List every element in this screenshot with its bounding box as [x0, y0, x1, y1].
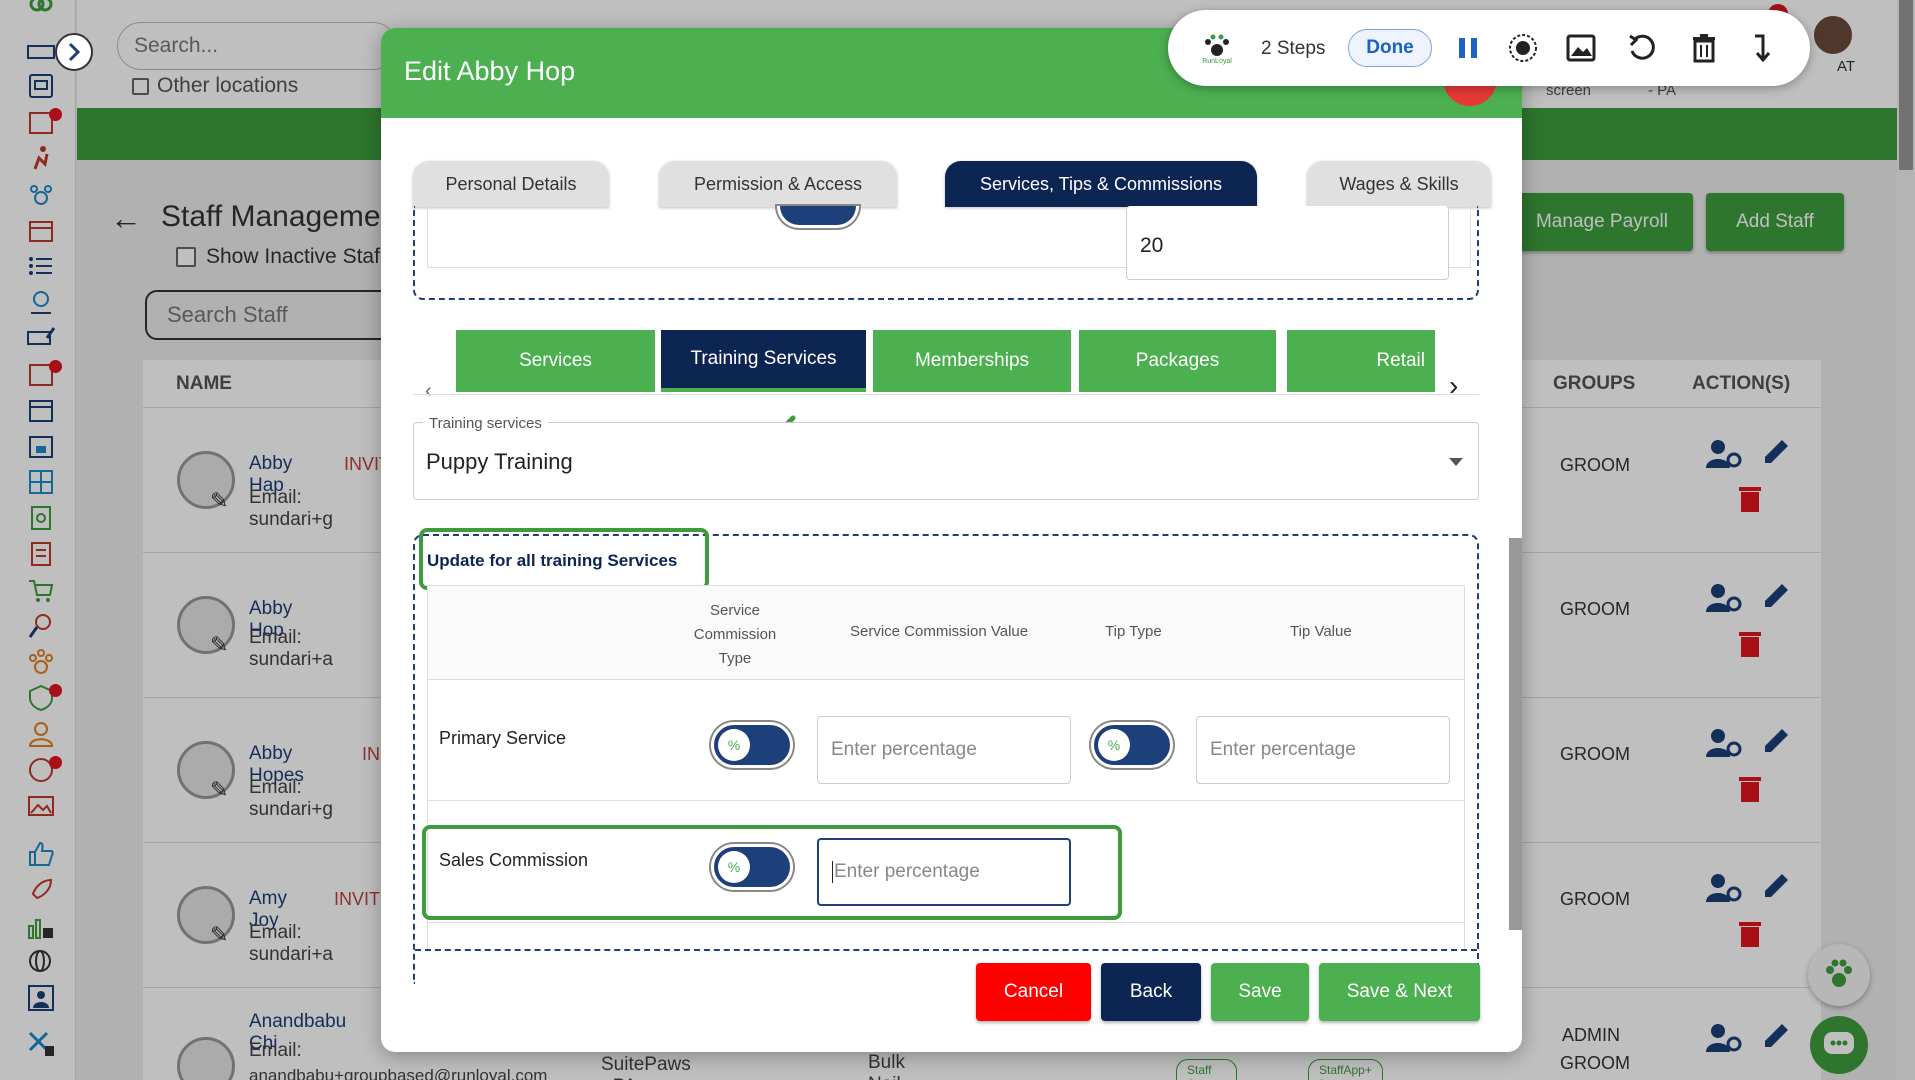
training-services-select[interactable]: Puppy Training: [413, 422, 1479, 500]
section-bottom-border: [415, 949, 1477, 951]
tab-services-tips-commissions[interactable]: Services, Tips & Commissions: [945, 161, 1257, 207]
divider: [413, 394, 1479, 395]
percent-icon: %: [718, 851, 750, 883]
sales-commission-toggle[interactable]: %: [711, 844, 793, 890]
chevron-right-icon: [68, 42, 81, 62]
update-all-label[interactable]: Update for all training Services: [427, 551, 677, 571]
col-tip-value: Tip Value: [1290, 623, 1352, 640]
col-label-line: Commission: [693, 626, 777, 643]
recorder-toolbar: RunLoyal 2 Steps Done: [1168, 10, 1810, 86]
save-next-button[interactable]: Save & Next: [1319, 963, 1480, 1021]
commission-value: 20: [1140, 234, 1164, 257]
col-service-commission-value: Service Commission Value: [850, 623, 1029, 640]
col-label-line: Service: [709, 602, 761, 619]
modal-title: Edit Abby Hop: [404, 56, 576, 86]
col-label-line: Type: [718, 650, 752, 667]
step-down-icon[interactable]: [1744, 30, 1780, 66]
pause-icon[interactable]: [1450, 30, 1486, 66]
primary-commission-toggle[interactable]: %: [711, 722, 793, 768]
training-services-label: Training services: [423, 415, 548, 432]
divider: [428, 922, 1464, 923]
done-button[interactable]: Done: [1348, 29, 1432, 67]
subtab-training-services[interactable]: Training Services: [661, 330, 866, 392]
divider: [428, 800, 1464, 801]
back-button[interactable]: Back: [1101, 963, 1201, 1021]
edit-staff-modal: Edit Abby Hop Personal Details Permissio…: [381, 28, 1522, 1052]
subtab-services[interactable]: Services: [456, 330, 655, 392]
tab-scroll-right-icon[interactable]: ›: [1449, 370, 1458, 402]
commission-toggle[interactable]: [777, 206, 859, 228]
primary-tip-toggle[interactable]: %: [1091, 722, 1173, 768]
input-placeholder: Enter percentage: [831, 739, 977, 760]
image-icon[interactable]: [1563, 30, 1599, 66]
tab-permission-access[interactable]: Permission & Access: [659, 161, 897, 207]
trash-icon[interactable]: [1686, 30, 1722, 66]
steps-count: 2 Steps: [1261, 38, 1326, 59]
input-placeholder: Enter percentage: [1210, 739, 1356, 760]
tab-wages-skills[interactable]: Wages & Skills: [1307, 161, 1491, 207]
chevron-down-icon: [1449, 458, 1463, 466]
blur-icon[interactable]: [1505, 30, 1541, 66]
tab-scroll-left-icon[interactable]: ‹: [425, 380, 432, 403]
primary-tip-input[interactable]: Enter percentage: [1196, 716, 1450, 784]
primary-service-label: Primary Service: [439, 728, 567, 748]
sidebar-toggle-button[interactable]: [55, 33, 93, 71]
subtab-packages[interactable]: Packages: [1079, 330, 1276, 392]
tab-personal-details[interactable]: Personal Details: [413, 161, 609, 207]
col-tip-type: Tip Type: [1105, 623, 1162, 640]
cancel-button[interactable]: Cancel: [976, 963, 1091, 1021]
logo-text: RunLoyal: [1202, 57, 1232, 65]
subtab-retail[interactable]: Retail: [1287, 330, 1435, 392]
subtab-memberships[interactable]: Memberships: [873, 330, 1071, 392]
percent-icon: %: [1098, 729, 1130, 761]
save-button[interactable]: Save: [1211, 963, 1309, 1021]
modal-scrollbar-thumb[interactable]: [1509, 538, 1522, 930]
col-service-commission-type: Service Commission Type: [685, 599, 785, 671]
primary-commission-input[interactable]: Enter percentage: [817, 716, 1071, 784]
runloyal-logo: RunLoyal: [1194, 26, 1240, 72]
sales-commission-input[interactable]: Enter percentage: [817, 838, 1071, 906]
paw-logo-icon: [1205, 34, 1229, 56]
training-services-value: Puppy Training: [426, 449, 573, 474]
percent-icon: %: [718, 729, 750, 761]
sales-commission-label: Sales Commission: [439, 850, 589, 870]
undo-icon[interactable]: [1624, 30, 1660, 66]
commission-value-field[interactable]: 20: [1126, 206, 1449, 280]
input-placeholder: Enter percentage: [832, 861, 980, 883]
